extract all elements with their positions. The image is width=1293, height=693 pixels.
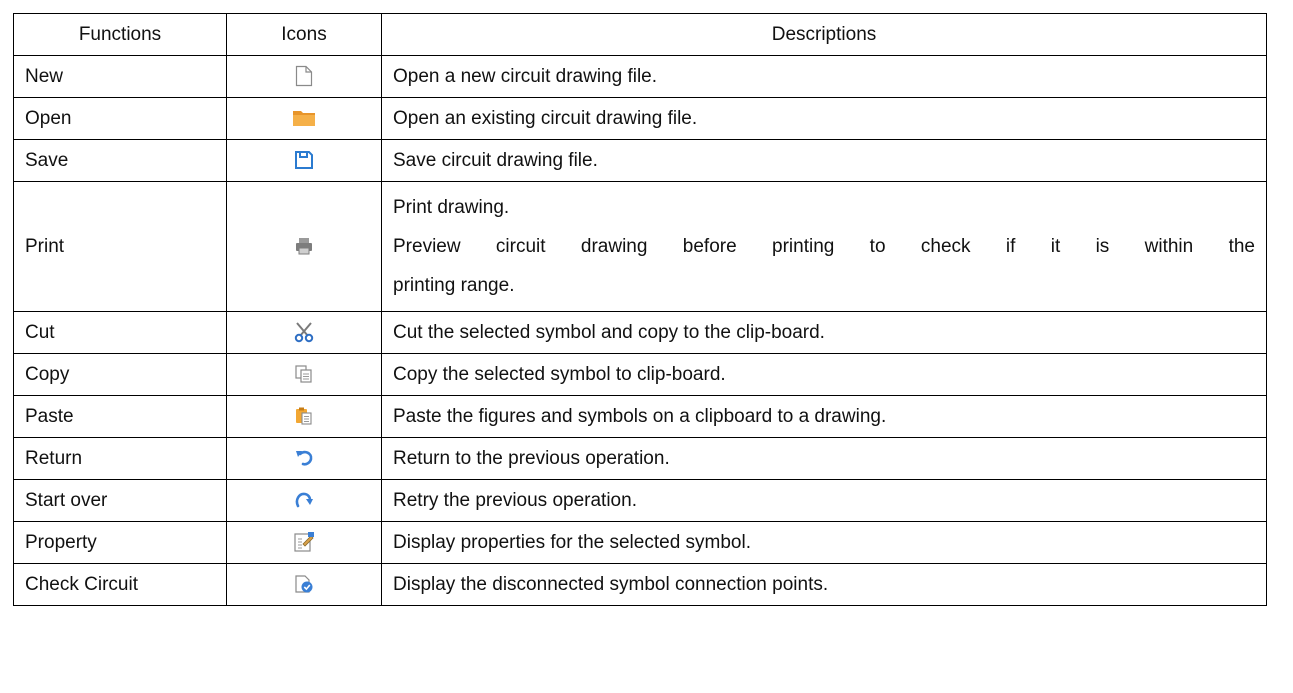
description-line: printing range. bbox=[393, 275, 515, 296]
function-name: Cut bbox=[13, 311, 227, 354]
table-row: Property Display properties for the sele… bbox=[13, 521, 1267, 564]
header-functions: Functions bbox=[13, 13, 227, 56]
scissors-icon bbox=[293, 321, 315, 343]
function-description: Display the disconnected symbol connecti… bbox=[381, 563, 1267, 606]
table-row: Check Circuit Display the disconnected s… bbox=[13, 563, 1267, 606]
function-name: Open bbox=[13, 97, 227, 140]
table-row: Start over Retry the previous operation. bbox=[13, 479, 1267, 522]
function-name: New bbox=[13, 55, 227, 98]
function-description: Paste the figures and symbols on a clipb… bbox=[381, 395, 1267, 438]
table-row: Save Save circuit drawing file. bbox=[13, 139, 1267, 182]
property-icon bbox=[293, 531, 315, 553]
description-line: Preview circuit drawing before printing … bbox=[393, 236, 1255, 257]
undo-icon bbox=[294, 448, 314, 468]
table-row: Print Print drawing. Preview circuit dra… bbox=[13, 181, 1267, 312]
new-file-icon bbox=[295, 65, 313, 87]
table-row: Cut Cut the selected symbol and copy to … bbox=[13, 311, 1267, 354]
function-description: Cut the selected symbol and copy to the … bbox=[381, 311, 1267, 354]
table-row: Open Open an existing circuit drawing fi… bbox=[13, 97, 1267, 140]
table-row: Copy Copy the selected symbol to clip-bo… bbox=[13, 353, 1267, 396]
redo-icon bbox=[294, 490, 314, 510]
table-header-row: Functions Icons Descriptions bbox=[13, 13, 1267, 56]
function-name: Copy bbox=[13, 353, 227, 396]
description-line: Print drawing. bbox=[393, 197, 510, 218]
function-name: Return bbox=[13, 437, 227, 480]
function-description: Display properties for the selected symb… bbox=[381, 521, 1267, 564]
paste-icon bbox=[294, 406, 314, 426]
table-row: Return Return to the previous operation. bbox=[13, 437, 1267, 480]
function-description: Print drawing. Preview circuit drawing b… bbox=[381, 181, 1267, 312]
table-row: New Open a new circuit drawing file. bbox=[13, 55, 1267, 98]
save-disk-icon bbox=[294, 150, 314, 170]
header-descriptions: Descriptions bbox=[381, 13, 1267, 56]
function-description: Retry the previous operation. bbox=[381, 479, 1267, 522]
check-circuit-icon bbox=[294, 574, 314, 594]
function-description: Open a new circuit drawing file. bbox=[381, 55, 1267, 98]
function-table-container: Functions Icons Descriptions New Open a … bbox=[13, 13, 1267, 606]
function-table: Functions Icons Descriptions New Open a … bbox=[13, 13, 1267, 606]
open-folder-icon bbox=[292, 108, 316, 128]
function-name: Property bbox=[13, 521, 227, 564]
function-name: Print bbox=[13, 181, 227, 312]
printer-icon bbox=[294, 236, 314, 256]
function-name: Paste bbox=[13, 395, 227, 438]
function-name: Save bbox=[13, 139, 227, 182]
header-icons: Icons bbox=[226, 13, 382, 56]
function-description: Open an existing circuit drawing file. bbox=[381, 97, 1267, 140]
function-description: Copy the selected symbol to clip-board. bbox=[381, 353, 1267, 396]
function-description: Return to the previous operation. bbox=[381, 437, 1267, 480]
table-row: Paste Paste the figures and symbols on a… bbox=[13, 395, 1267, 438]
function-name: Check Circuit bbox=[13, 563, 227, 606]
function-name: Start over bbox=[13, 479, 227, 522]
copy-icon bbox=[294, 364, 314, 384]
function-description: Save circuit drawing file. bbox=[381, 139, 1267, 182]
